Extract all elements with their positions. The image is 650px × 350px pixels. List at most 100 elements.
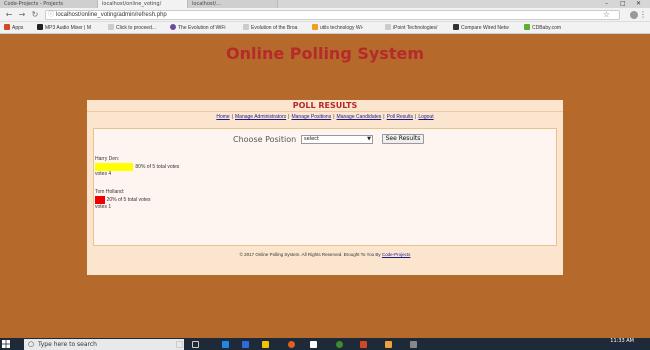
see-results-button[interactable]: See Results	[382, 134, 424, 144]
bookmark-item[interactable]: CDBaby.com	[524, 24, 561, 32]
position-select-value: select	[304, 136, 319, 142]
bookmark-label: Evolution of the Broa	[251, 25, 298, 31]
bookmark-item[interactable]: MP3 Audio Mixer | M	[37, 24, 91, 32]
tab-label: localhost/...	[192, 1, 221, 7]
windows-start-icon[interactable]	[2, 340, 10, 348]
browser-tab[interactable]: Code-Projects - Projects	[0, 0, 98, 8]
tab-label: localhost/online_voting/	[102, 1, 162, 7]
chevron-down-icon: ▼	[367, 136, 371, 142]
minimize-icon[interactable]: –	[605, 0, 608, 8]
bookmark-star-icon[interactable]: ☆	[603, 10, 610, 19]
nav-poll-results-link[interactable]: Poll Results	[387, 114, 413, 120]
address-bar: ← → ↻ ⓘ localhost/online_voting/admin/re…	[0, 8, 650, 22]
bookmark-label: Apps	[12, 25, 24, 31]
bookmark-icon	[453, 24, 459, 30]
microphone-icon[interactable]	[176, 341, 183, 348]
bookmark-icon	[37, 24, 43, 30]
results-box: Choose Position select ▼ See Results Har…	[93, 128, 557, 246]
taskbar-search-placeholder: Type here to search	[38, 341, 97, 348]
nav-separator: |	[231, 114, 234, 120]
browser-menu-icon[interactable]: ⋮	[639, 10, 647, 19]
store-icon[interactable]	[242, 341, 249, 348]
nav-manage-positions-link[interactable]: Manage Positions	[291, 114, 331, 120]
url-input[interactable]: ⓘ localhost/online_voting/admin/refresh.…	[45, 10, 620, 20]
candidate-name: Tom Holland:	[95, 189, 125, 195]
result-bar-row: 20% of 5 total votes	[95, 196, 151, 204]
vote-count: votes 4	[95, 171, 112, 177]
page-icon	[385, 24, 391, 30]
nav-home-link[interactable]: Home	[216, 114, 229, 120]
apps-icon	[4, 24, 10, 30]
footer-link[interactable]: Code-Projects	[382, 252, 411, 257]
page-icon	[243, 24, 249, 30]
bookmark-label: CDBaby.com	[532, 25, 562, 31]
position-select[interactable]: select ▼	[301, 135, 373, 144]
vote-percent-text: 80% of 5 total votes	[135, 163, 180, 170]
task-view-icon[interactable]	[192, 341, 199, 348]
bookmark-label: Click to proceed...	[116, 25, 157, 31]
bookmark-icon	[524, 24, 530, 30]
nav-manage-administrators-link[interactable]: Manage Administrators	[235, 114, 286, 120]
nav-separator: |	[383, 114, 385, 120]
bookmark-item[interactable]: utils technology Wi-	[312, 24, 363, 32]
choose-position-label: Choose Position	[233, 135, 297, 144]
page-icon	[108, 24, 114, 30]
candidate-result: Tom Holland: 20% of 5 total votes votes …	[95, 189, 151, 211]
bookmark-item[interactable]: Click to proceed...	[108, 24, 156, 32]
bookmark-item[interactable]: The Evolution of WiFi	[170, 24, 226, 32]
candidate-result: Harry Den: 80% of 5 total votes votes 4	[95, 156, 179, 178]
bookmark-icon	[170, 24, 176, 30]
footer-text: © 2017 Online Polling System. All Rights…	[239, 252, 381, 257]
bookmark-icon	[312, 24, 318, 30]
maximize-icon[interactable]: □	[620, 0, 626, 8]
footer: © 2017 Online Polling System. All Rights…	[87, 252, 563, 257]
result-bar-row: 80% of 5 total votes	[95, 163, 179, 171]
url-text: localhost/online_voting/admin/refresh.ph…	[56, 12, 167, 18]
bookmarks-bar: Apps MP3 Audio Mixer | M Click to procee…	[0, 22, 650, 34]
bookmark-item[interactable]: Evolution of the Broa	[243, 24, 297, 32]
vote-bar	[95, 163, 134, 171]
info-icon[interactable]: ⓘ	[48, 11, 54, 20]
app-icon[interactable]	[410, 341, 417, 348]
search-icon: ○	[28, 340, 35, 348]
nav-separator: |	[415, 114, 417, 120]
edge-icon[interactable]	[222, 341, 229, 348]
taskbar-clock[interactable]: 11:33 AM	[610, 339, 634, 344]
app-icon[interactable]	[310, 341, 317, 348]
app-icon[interactable]	[385, 341, 392, 348]
nav-separator: |	[333, 114, 335, 120]
extension-icon[interactable]	[630, 11, 638, 19]
panel-heading: POLL RESULTS	[87, 100, 563, 112]
bookmark-label: Compare Wired Netw	[461, 25, 509, 31]
tab-label: Code-Projects - Projects	[4, 1, 64, 7]
nav-manage-candidates-link[interactable]: Manage Candidates	[337, 114, 382, 120]
page-body: Online Polling System POLL RESULTS Home |…	[0, 34, 650, 322]
browser-tab-active[interactable]: localhost/online_voting/	[98, 0, 188, 8]
close-icon[interactable]: ✕	[636, 0, 641, 8]
forward-icon[interactable]: →	[17, 10, 27, 20]
nav-logout-link[interactable]: Logout	[418, 114, 433, 120]
candidate-name: Harry Den:	[95, 156, 120, 162]
bookmark-item[interactable]: Apps	[4, 24, 23, 32]
browser-tab[interactable]: localhost/...	[188, 0, 278, 8]
powerpoint-icon[interactable]	[360, 341, 367, 348]
poll-results-panel: POLL RESULTS Home | Manage Administrators |…	[87, 100, 563, 275]
reload-icon[interactable]: ↻	[30, 10, 40, 20]
bookmark-item[interactable]: Compare Wired Netw	[453, 24, 509, 32]
site-title: Online Polling System	[225, 44, 424, 63]
admin-nav: Home | Manage Administrators | Manage Positi…	[87, 113, 563, 121]
vote-percent-text: 20% of 5 total votes	[106, 196, 151, 203]
firefox-icon[interactable]	[288, 341, 295, 348]
back-icon[interactable]: ←	[4, 10, 14, 20]
bookmark-label: iPoint Technologies/	[393, 25, 438, 31]
nav-separator: |	[288, 114, 290, 120]
taskbar-search-input[interactable]: ○ Type here to search	[24, 339, 184, 350]
file-explorer-icon[interactable]	[262, 341, 269, 348]
bookmark-item[interactable]: iPoint Technologies/	[385, 24, 437, 32]
chrome-icon[interactable]	[336, 341, 343, 348]
vote-bar	[95, 196, 105, 204]
bookmark-label: The Evolution of WiFi	[178, 25, 226, 31]
taskbar: ○ Type here to search 11:33 AM	[0, 338, 650, 350]
clock-time: 11:33 AM	[610, 338, 634, 344]
browser-tab-bar: Code-Projects - Projects localhost/onlin…	[0, 0, 650, 8]
